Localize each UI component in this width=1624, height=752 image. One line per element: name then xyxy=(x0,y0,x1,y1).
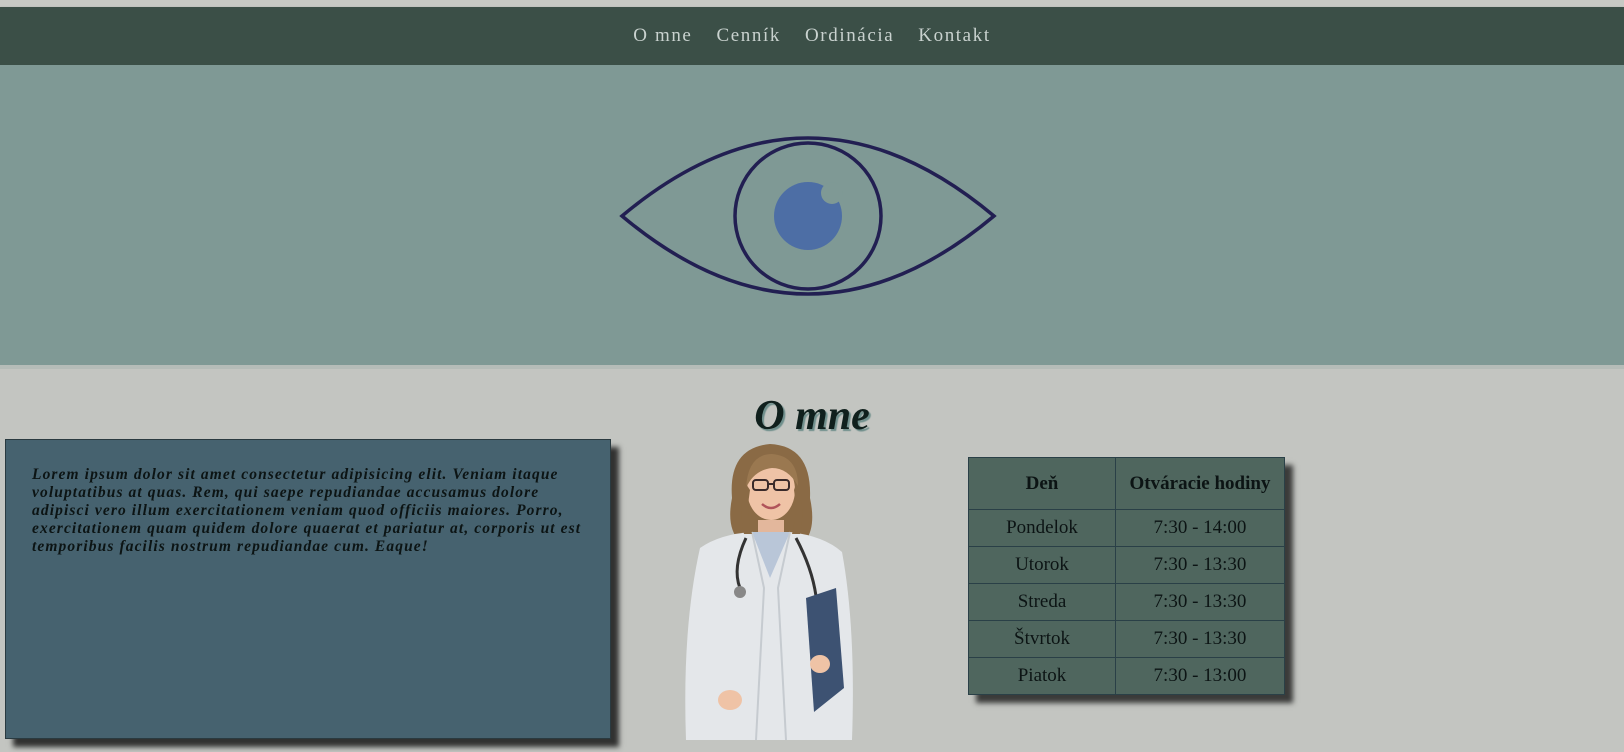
table-row: Streda 7:30 - 13:30 xyxy=(968,583,1285,621)
hours-cell: 7:30 - 13:30 xyxy=(1115,583,1285,621)
table-row: Piatok 7:30 - 13:00 xyxy=(968,657,1285,695)
header-day: Deň xyxy=(968,457,1116,510)
opening-hours-table: Deň Otváracie hodiny Pondelok 7:30 - 14:… xyxy=(968,457,1285,695)
hours-cell: 7:30 - 13:30 xyxy=(1115,546,1285,584)
doctor-image xyxy=(685,444,853,740)
hours-cell: 7:30 - 13:30 xyxy=(1115,620,1285,658)
about-text: Lorem ipsum dolor sit amet consectetur a… xyxy=(32,466,582,555)
nav-link-cennik[interactable]: Cenník xyxy=(716,25,781,47)
hero-banner xyxy=(0,65,1624,369)
day-cell: Štvrtok xyxy=(968,620,1116,658)
day-cell: Piatok xyxy=(968,657,1116,695)
hours-cell: 7:30 - 14:00 xyxy=(1115,509,1285,547)
nav-link-o-mne[interactable]: O mne xyxy=(633,25,692,47)
nav-link-kontakt[interactable]: Kontakt xyxy=(918,25,990,47)
table-row: Štvrtok 7:30 - 13:30 xyxy=(968,620,1285,658)
day-cell: Pondelok xyxy=(968,509,1116,547)
nav-link-ordinacia[interactable]: Ordinácia xyxy=(805,25,894,47)
table-row: Pondelok 7:30 - 14:00 xyxy=(968,509,1285,547)
section-title: O mne xyxy=(754,393,870,439)
navbar: O mne Cenník Ordinácia Kontakt xyxy=(0,7,1624,65)
header-hours: Otváracie hodiny xyxy=(1115,457,1285,510)
eye-icon xyxy=(619,136,997,296)
day-cell: Streda xyxy=(968,583,1116,621)
table-header-row: Deň Otváracie hodiny xyxy=(968,457,1285,510)
day-cell: Utorok xyxy=(968,546,1116,584)
hours-cell: 7:30 - 13:00 xyxy=(1115,657,1285,695)
table-row: Utorok 7:30 - 13:30 xyxy=(968,546,1285,584)
about-text-box: Lorem ipsum dolor sit amet consectetur a… xyxy=(5,439,611,739)
top-strip xyxy=(0,0,1624,7)
